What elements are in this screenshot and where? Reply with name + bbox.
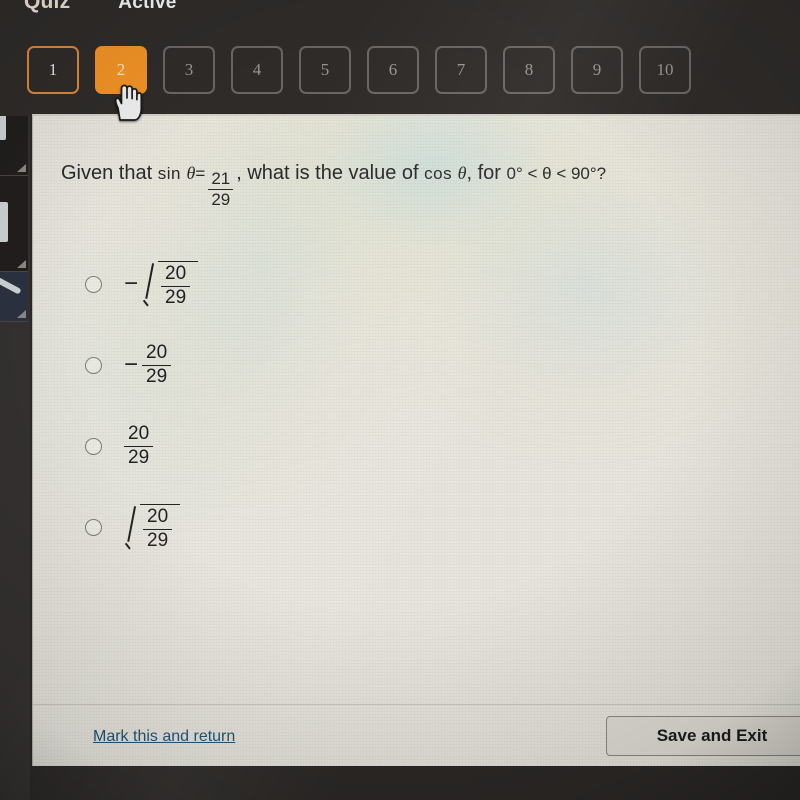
fraction-c: 20 29 [124,423,154,469]
sin-value-fraction: 21 29 [208,169,234,209]
question-button-4[interactable]: 4 [231,46,283,94]
answer-option-a-content: − 20 29 [124,260,199,309]
fraction-d: 20 29 [143,505,173,552]
question-button-3[interactable]: 3 [163,46,215,94]
answer-option-d[interactable]: 20 29 [61,487,481,568]
question-button-10[interactable]: 10 [639,46,691,94]
answer-option-c-content: 20 29 [124,423,154,469]
radicand-d: 20 29 [140,503,181,552]
fraction-numerator: 20 [147,505,169,527]
fraction-denominator: 29 [161,285,191,309]
page-title: Quiz [24,0,71,13]
answer-option-d-content: 20 29 [124,503,181,552]
radio-button-c[interactable] [85,438,102,455]
fraction-numerator: 20 [165,262,187,284]
angle-range: 0° < θ < 90°? [506,164,607,183]
question-middle: , what is the value of [236,162,419,184]
square-root-d: 20 29 [124,503,181,552]
fraction-denominator: 29 [143,528,173,552]
minus-sign-b: − [124,350,139,378]
fraction-denominator: 29 [142,365,172,388]
left-thumbnail-strip [0,0,30,800]
question-lead: Given that [61,162,153,184]
fraction-numerator: 20 [146,342,168,364]
fraction-denominator: 29 [208,188,234,209]
fraction-a: 20 29 [161,262,191,309]
sin-function-label: sin [157,164,181,183]
question-button-5[interactable]: 5 [299,46,351,94]
question-text: Given that sin θ = 21 29 , what is the v… [61,162,607,208]
radio-button-b[interactable] [85,357,102,374]
answer-option-b-content: − 20 29 [124,342,172,388]
screen-photo: Quiz Active 1 2 3 4 5 6 7 8 9 10 Given t… [0,0,800,800]
radical-sign-icon [142,261,157,309]
answer-option-b[interactable]: − 20 29 [61,325,481,406]
question-content-panel: Given that sin θ = 21 29 , what is the v… [32,114,800,766]
mark-this-and-return-link[interactable]: Mark this and return [93,728,235,746]
thumbnail-item[interactable] [0,272,28,322]
fraction-numerator: 21 [211,169,231,188]
answer-options-list: − 20 29 − 20 29 20 29 20 29 [61,244,481,568]
fraction-denominator: 29 [124,446,154,469]
save-and-exit-button[interactable]: Save and Exit [606,716,800,756]
question-for-clause: , for [466,162,501,184]
question-button-6[interactable]: 6 [367,46,419,94]
radio-button-a[interactable] [85,276,102,293]
radio-button-d[interactable] [85,519,102,536]
equals-symbol: = [195,164,206,183]
question-button-9[interactable]: 9 [571,46,623,94]
status-badge: Active [118,0,177,13]
question-button-8[interactable]: 8 [503,46,555,94]
quiz-heading-row: Quiz Active [24,0,177,14]
theta-symbol-2: θ [457,163,467,183]
fraction-b: 20 29 [142,342,172,388]
question-button-7[interactable]: 7 [435,46,487,94]
footer-divider [33,704,800,705]
radicand-a: 20 29 [158,260,199,309]
fraction-numerator: 20 [128,423,150,445]
thumbnail-item[interactable] [0,176,28,272]
question-button-1[interactable]: 1 [27,46,79,94]
theta-symbol: θ [186,163,196,183]
answer-option-a[interactable]: − 20 29 [61,244,481,325]
radical-sign-icon [124,504,139,552]
cos-function-label: cos [424,164,453,183]
minus-sign-a: − [124,269,139,297]
square-root-a: 20 29 [142,260,199,309]
pointing-hand-cursor [114,84,143,121]
answer-option-c[interactable]: 20 29 [61,406,481,487]
